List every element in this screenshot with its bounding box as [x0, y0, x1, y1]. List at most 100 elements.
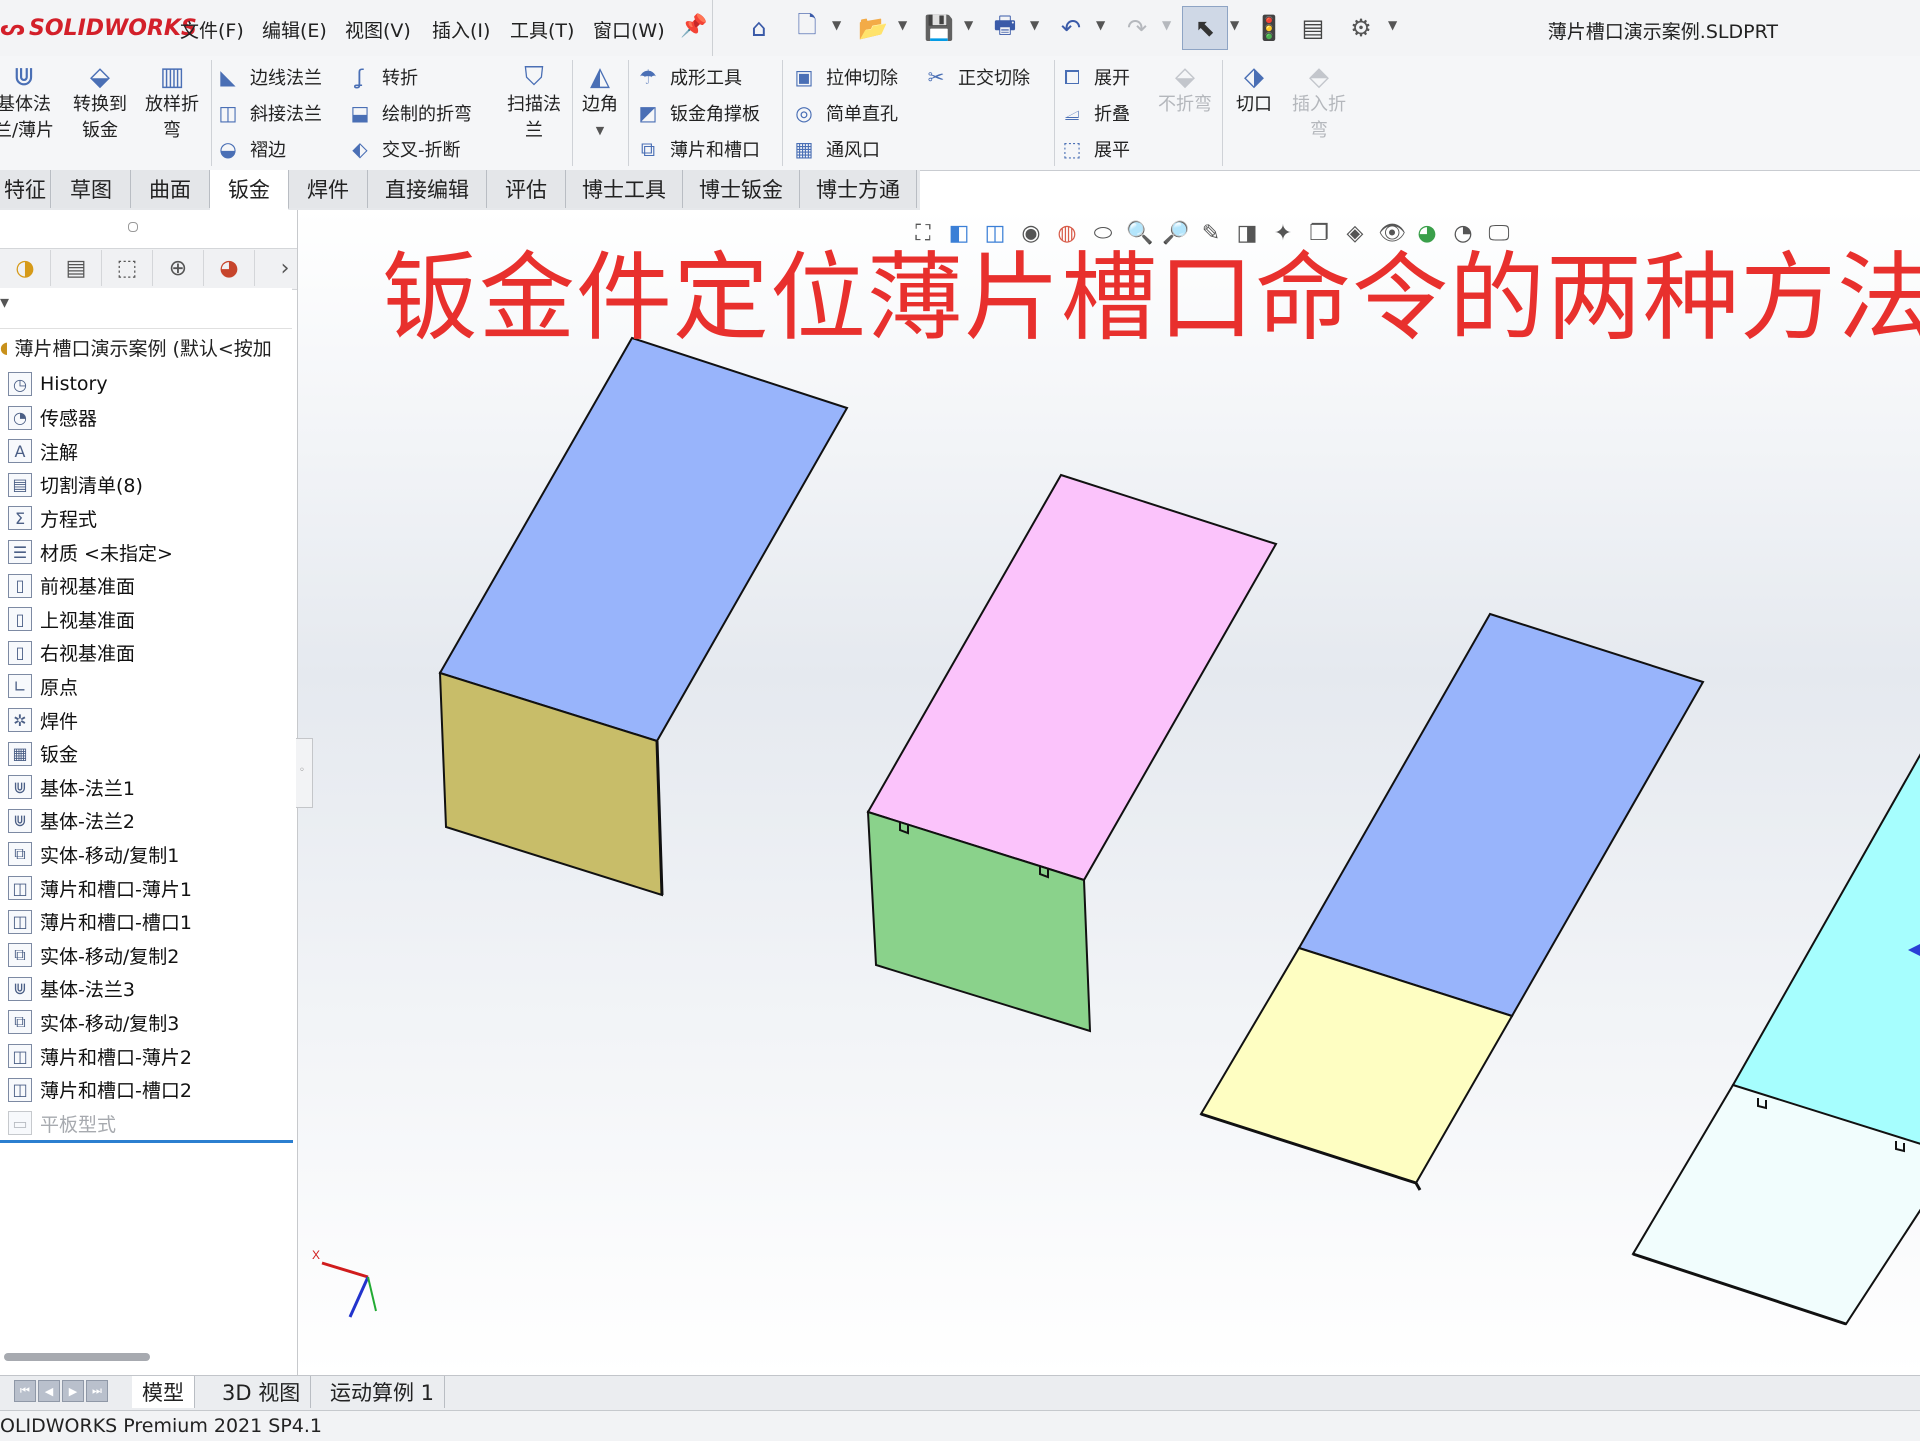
- 3d-views-tab[interactable]: 3D 视图: [212, 1376, 312, 1408]
- filter-icon[interactable]: ▾: [0, 292, 9, 313]
- tree-item[interactable]: ✲ 焊件: [8, 704, 78, 736]
- rotate-view-icon[interactable]: ✎: [1198, 221, 1224, 246]
- zoom-in-out-icon[interactable]: 🔎: [1162, 221, 1189, 246]
- property-manager-tab-icon[interactable]: ▤: [51, 250, 102, 286]
- tree-item[interactable]: ◫ 薄片和槽口-薄片1: [8, 872, 192, 904]
- model-tab[interactable]: 模型: [132, 1376, 195, 1408]
- menu-file[interactable]: 文件(F): [180, 16, 244, 43]
- tab-evaluate[interactable]: 评估: [487, 170, 566, 208]
- traffic-light-icon[interactable]: 🚦: [1252, 12, 1286, 44]
- tree-item[interactable]: ▯ 右视基准面: [8, 637, 135, 669]
- corner-dropdown-arrow[interactable]: ▼: [596, 118, 604, 144]
- first-tab-nav-icon[interactable]: ⏮: [14, 1380, 36, 1402]
- tree-item[interactable]: ☰ 材质 <未指定>: [8, 536, 173, 568]
- save-dropdown-arrow[interactable]: ▼: [964, 18, 973, 32]
- tree-item[interactable]: ◷ History: [8, 368, 108, 400]
- fold-button[interactable]: ⧡ 折叠: [1060, 100, 1130, 126]
- tab-sketch[interactable]: 草图: [52, 170, 131, 208]
- gusset-button[interactable]: ◩ 钣金角撑板: [636, 100, 760, 126]
- panel-collapse-handle[interactable]: ◦: [296, 738, 313, 808]
- select-icon[interactable]: ⬉: [1182, 6, 1228, 50]
- tree-item[interactable]: Σ 方程式: [8, 502, 97, 534]
- menu-insert[interactable]: 插入(I): [432, 16, 490, 43]
- swept-flange-button[interactable]: ⛉ 扫描法 兰: [498, 62, 570, 144]
- view-orientation-icon[interactable]: ◫: [982, 221, 1008, 246]
- tree-item[interactable]: ◔ 传感器: [8, 402, 97, 434]
- tree-root-part[interactable]: ◖ 薄片槽口演示案例 (默认<按加: [0, 334, 272, 361]
- tree-item[interactable]: ▯ 前视基准面: [8, 570, 135, 602]
- solidworks-logo[interactable]: ᔕ SOLIDWORKS: [0, 12, 197, 44]
- unfold-button[interactable]: ⧠ 展开: [1060, 64, 1130, 90]
- new-document-icon[interactable]: 🗋: [790, 11, 824, 44]
- lofted-bend-button[interactable]: ▥ 放样折 弯: [136, 62, 208, 144]
- forming-tool-button[interactable]: ☂ 成形工具: [636, 64, 742, 90]
- extruded-cut-button[interactable]: ▣ 拉伸切除: [792, 64, 898, 90]
- tree-item[interactable]: ◫ 薄片和槽口-薄片2: [8, 1040, 192, 1072]
- undo-icon[interactable]: ↶: [1054, 12, 1088, 44]
- open-dropdown-arrow[interactable]: ▼: [898, 18, 907, 32]
- tab-doctor-sheet-metal[interactable]: 博士钣金: [683, 170, 800, 208]
- tree-item[interactable]: ◫ 薄片和槽口-槽口1: [8, 906, 192, 938]
- tree-item[interactable]: ▯ 上视基准面: [8, 603, 135, 635]
- motion-study-tab[interactable]: 运动算例 1: [320, 1376, 446, 1408]
- convert-to-sheet-metal-button[interactable]: ⬙ 转换到 钣金: [62, 62, 138, 144]
- tree-item[interactable]: A 注解: [8, 435, 78, 467]
- print-dropdown-arrow[interactable]: ▼: [1030, 18, 1039, 32]
- no-bends-button[interactable]: ⬙ 不折弯: [1150, 62, 1220, 118]
- tab-sheet-metal[interactable]: 钣金: [210, 170, 289, 210]
- feature-manager-tab-icon[interactable]: ◑: [0, 250, 51, 286]
- last-tab-nav-icon[interactable]: ⏭: [86, 1380, 108, 1402]
- tree-item[interactable]: ▭ 平板型式: [8, 1107, 116, 1139]
- vent-button[interactable]: ▦ 通风口: [792, 136, 880, 162]
- appearance-icon[interactable]: ◍: [1054, 221, 1080, 246]
- tab-direct-editing[interactable]: 直接编辑: [368, 170, 487, 208]
- open-icon[interactable]: 📂: [856, 12, 890, 44]
- insert-bends-button[interactable]: ⬘ 插入折 弯: [1284, 62, 1354, 144]
- render-tools-icon[interactable]: ◔: [1450, 221, 1476, 246]
- tree-item[interactable]: ∟ 原点: [8, 670, 78, 702]
- monitor-icon[interactable]: 🖵: [1486, 221, 1512, 246]
- file-properties-icon[interactable]: ▤: [1296, 12, 1330, 44]
- corner-button[interactable]: ◭ 边角 ▼: [576, 62, 624, 144]
- rollback-bar[interactable]: [0, 1140, 293, 1143]
- home-icon[interactable]: ⌂: [742, 12, 776, 44]
- tree-item[interactable]: ⧉ 实体-移动/复制1: [8, 838, 179, 870]
- section-view-icon[interactable]: ◧: [946, 221, 972, 246]
- normal-cut-button[interactable]: ✂ 正交切除: [924, 64, 1030, 90]
- rip-button[interactable]: ⬗ 切口: [1226, 62, 1282, 118]
- options-dropdown-arrow[interactable]: ▼: [1388, 18, 1397, 32]
- miter-flange-button[interactable]: ◫ 斜接法兰: [216, 100, 322, 126]
- tree-item[interactable]: ⧉ 实体-移动/复制2: [8, 939, 179, 971]
- edit-appearance-icon[interactable]: 👁: [1378, 221, 1406, 246]
- tab-weldments[interactable]: 焊件: [289, 170, 368, 208]
- menu-tools[interactable]: 工具(T): [510, 16, 574, 43]
- tree-item[interactable]: ⋓ 基体-法兰3: [8, 973, 135, 1005]
- tree-filter-bar[interactable]: ▾: [0, 288, 292, 329]
- options-gear-icon[interactable]: ⚙: [1344, 12, 1378, 44]
- next-tab-nav-icon[interactable]: ▶: [62, 1380, 84, 1402]
- redo-dropdown-arrow[interactable]: ▼: [1162, 18, 1171, 32]
- tab-features[interactable]: 特征: [0, 170, 51, 208]
- tab-doctor-tools[interactable]: 博士工具: [566, 170, 683, 208]
- tree-item[interactable]: ◫ 薄片和槽口-槽口2: [8, 1074, 192, 1106]
- cross-break-button[interactable]: ⬖ 交叉-折断: [348, 136, 460, 162]
- tree-item[interactable]: ⧉ 实体-移动/复制3: [8, 1006, 179, 1038]
- configuration-manager-tab-icon[interactable]: ⬚: [102, 250, 153, 286]
- graphics-viewport[interactable]: [298, 210, 1920, 1375]
- print-icon[interactable]: 🖶: [988, 11, 1022, 44]
- hide-show-icon[interactable]: ◈: [1342, 221, 1368, 246]
- apply-scene-icon[interactable]: ◕: [1414, 221, 1440, 246]
- save-icon[interactable]: 💾: [922, 12, 956, 44]
- hem-button[interactable]: ◒ 褶边: [216, 136, 286, 162]
- menu-view[interactable]: 视图(V): [345, 16, 411, 43]
- previous-tab-nav-icon[interactable]: ◀: [38, 1380, 60, 1402]
- menu-window[interactable]: 窗口(W): [593, 16, 665, 43]
- panel-horizontal-scrollbar[interactable]: [4, 1353, 150, 1361]
- tree-item[interactable]: ▦ 钣金: [8, 738, 78, 770]
- simple-hole-button[interactable]: ◎ 简单直孔: [792, 100, 898, 126]
- base-flange-button[interactable]: ⋓ 基体法 兰/薄片: [0, 62, 62, 144]
- undo-dropdown-arrow[interactable]: ▼: [1096, 18, 1105, 32]
- redo-icon[interactable]: ↷: [1120, 12, 1154, 44]
- new-dropdown-arrow[interactable]: ▼: [832, 18, 841, 32]
- tree-item[interactable]: ⋓ 基体-法兰2: [8, 805, 135, 837]
